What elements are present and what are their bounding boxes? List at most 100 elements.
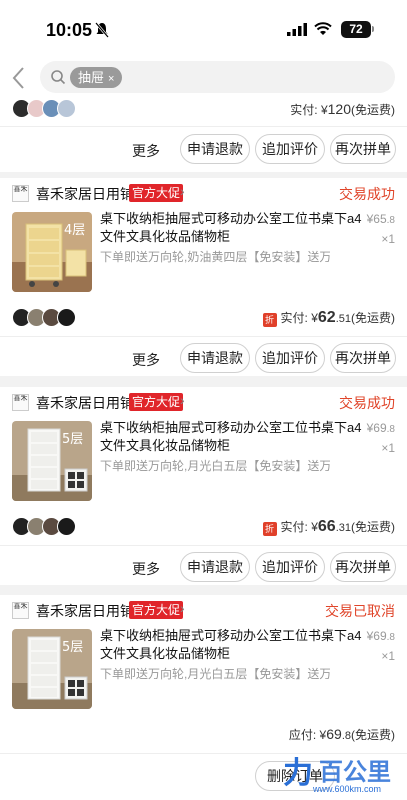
product-title[interactable]: 桌下收纳柜抽屉式可移动办公室工位书桌下a4文件文具化妆品储物柜 <box>100 210 362 246</box>
more-button[interactable]: 更多 <box>132 350 160 370</box>
watermark-url: www.600km.com <box>313 784 382 794</box>
avatar <box>57 99 76 118</box>
shipping-note: (免运费) <box>351 728 395 742</box>
add-review-button[interactable]: 追加评价 <box>255 134 325 164</box>
promo-badge: 官方大促 <box>129 601 184 619</box>
divider <box>0 545 407 546</box>
paid-value-dec: .51 <box>335 313 351 325</box>
shop-logo-icon: 喜禾 <box>12 394 29 411</box>
payable-value-dec: .8 <box>341 730 351 742</box>
shop-logo-icon: 喜禾 <box>12 185 29 202</box>
search-input[interactable]: 抽屉 × <box>40 61 395 93</box>
rebuy-button[interactable]: 再次拼单 <box>330 552 396 582</box>
shop-header[interactable]: 喜禾 喜禾家居日用铺 官方大促 › 交易成功 <box>0 178 407 210</box>
paid-amount: 折实付: ¥66.31(免运费) <box>262 518 395 536</box>
thumb-label: 4层 <box>64 223 85 238</box>
battery-indicator: 72 <box>341 21 371 38</box>
refund-button[interactable]: 申请退款 <box>180 343 250 373</box>
back-chevron-icon[interactable] <box>12 66 26 90</box>
refund-button[interactable]: 申请退款 <box>180 134 250 164</box>
quantity: ×1 <box>381 441 395 455</box>
shop-name[interactable]: 喜禾家居日用铺 <box>36 601 134 621</box>
discount-tag-icon: 折 <box>262 522 277 536</box>
chevron-right-icon: › <box>180 392 185 408</box>
rebuy-button[interactable]: 再次拼单 <box>330 343 396 373</box>
paid-amount: 实付: ¥120(免运费) <box>290 101 395 118</box>
paid-value-int: 62 <box>317 309 336 326</box>
thumb-label: 5层 <box>62 640 83 655</box>
more-button[interactable]: 更多 <box>132 141 160 161</box>
unit-price: ¥69.8 <box>367 421 395 435</box>
product-image[interactable]: 5层 <box>12 629 92 709</box>
status-bar: 10:05 72 <box>0 0 407 58</box>
product-spec: 下单即送万向轮,月光白五层【免安装】送万向... <box>100 667 330 681</box>
refund-button[interactable]: 申请退款 <box>180 552 250 582</box>
watermark-brand: 百公里 <box>319 759 391 786</box>
unit-price-dec: .8 <box>386 632 395 643</box>
order-card-partial[interactable]: 实付: ¥120(免运费) 更多 申请退款 追加评价 再次拼单 <box>0 96 407 172</box>
shop-logo-icon: 喜禾 <box>12 602 29 619</box>
shop-name[interactable]: 喜禾家居日用铺 <box>36 184 134 204</box>
cellular-signal-icon <box>287 23 307 36</box>
divider <box>0 126 407 127</box>
promo-badge: 官方大促 <box>129 393 184 411</box>
add-review-button[interactable]: 追加评价 <box>255 343 325 373</box>
shop-header[interactable]: 喜禾 喜禾家居日用铺 官方大促 › 交易已取消 <box>0 595 407 627</box>
action-buttons: 更多 申请退款 追加评价 再次拼单 <box>0 134 407 168</box>
currency-symbol: ¥ <box>311 520 318 534</box>
more-button[interactable]: 更多 <box>132 559 160 579</box>
battery-tip <box>372 26 374 32</box>
action-buttons: 更多 申请退款 追加评价 再次拼单 <box>0 552 407 586</box>
product-title[interactable]: 桌下收纳柜抽屉式可移动办公室工位书桌下a4文件文具化妆品储物柜 <box>100 627 362 663</box>
paid-value-dec: .31 <box>335 522 351 534</box>
order-status: 交易成功 <box>339 395 395 411</box>
search-query-text: 抽屉 <box>78 70 105 85</box>
product-spec: 下单即送万向轮,奶油黄四层【免安装】送万向... <box>100 250 330 264</box>
paid-value-int: 66 <box>317 518 336 535</box>
status-time: 10:05 <box>46 20 93 40</box>
quantity: ×1 <box>381 649 395 663</box>
order-card[interactable]: 喜禾 喜禾家居日用铺 官方大促 › 交易成功 5层 桌下收纳柜抽屉式可移动办公室… <box>0 387 407 585</box>
payable-label: 应付: <box>288 728 317 742</box>
shipping-note: (免运费) <box>351 103 395 117</box>
promo-badge: 官方大促 <box>129 184 184 202</box>
shop-name[interactable]: 喜禾家居日用铺 <box>36 393 134 413</box>
unit-price-dec: .8 <box>386 424 395 435</box>
paid-label: 实付: <box>280 311 308 325</box>
paid-amount: 折实付: ¥62.51(免运费) <box>262 309 395 327</box>
add-review-button[interactable]: 追加评价 <box>255 552 325 582</box>
search-header: 抽屉 × <box>0 58 407 96</box>
drawer-cabinet-image: 5层 <box>12 629 92 709</box>
avatar <box>57 517 76 536</box>
payable-value-int: 69 <box>326 726 342 742</box>
avatar <box>57 308 76 327</box>
product-title[interactable]: 桌下收纳柜抽屉式可移动办公室工位书桌下a4文件文具化妆品储物柜 <box>100 419 362 455</box>
drawer-cabinet-image: 4层 <box>12 212 92 292</box>
watermark: 力 百公里 www.600km.com <box>283 748 403 798</box>
drawer-cabinet-image: 5层 <box>12 421 92 501</box>
shop-header[interactable]: 喜禾 喜禾家居日用铺 官方大促 › 交易成功 <box>0 387 407 419</box>
chevron-right-icon: › <box>180 600 185 616</box>
unit-price: ¥69.8 <box>367 629 395 643</box>
bell-muted-icon <box>95 22 109 38</box>
product-image[interactable]: 4层 <box>12 212 92 292</box>
paid-label: 实付: <box>280 520 308 534</box>
order-status: 交易成功 <box>339 186 395 202</box>
rebuy-button[interactable]: 再次拼单 <box>330 134 396 164</box>
divider <box>0 336 407 337</box>
order-status: 交易已取消 <box>325 603 395 619</box>
paid-label: 实付: <box>290 103 318 117</box>
unit-price: ¥65.8 <box>367 212 395 226</box>
discount-tag-icon: 折 <box>262 313 277 327</box>
clear-chip-icon[interactable]: × <box>108 73 114 85</box>
shipping-note: (免运费) <box>351 520 395 534</box>
order-card[interactable]: 喜禾 喜禾家居日用铺 官方大促 › 交易成功 4层 桌下收纳柜抽屉式可移动办公室… <box>0 178 407 376</box>
currency-symbol: ¥ <box>311 311 318 325</box>
thumb-label: 5层 <box>62 432 83 447</box>
search-icon <box>51 70 66 85</box>
product-image[interactable]: 5层 <box>12 421 92 501</box>
quantity: ×1 <box>381 232 395 246</box>
search-query-chip[interactable]: 抽屉 × <box>70 67 123 88</box>
unit-price-dec: .8 <box>386 215 395 226</box>
paid-value: 120 <box>327 101 351 117</box>
